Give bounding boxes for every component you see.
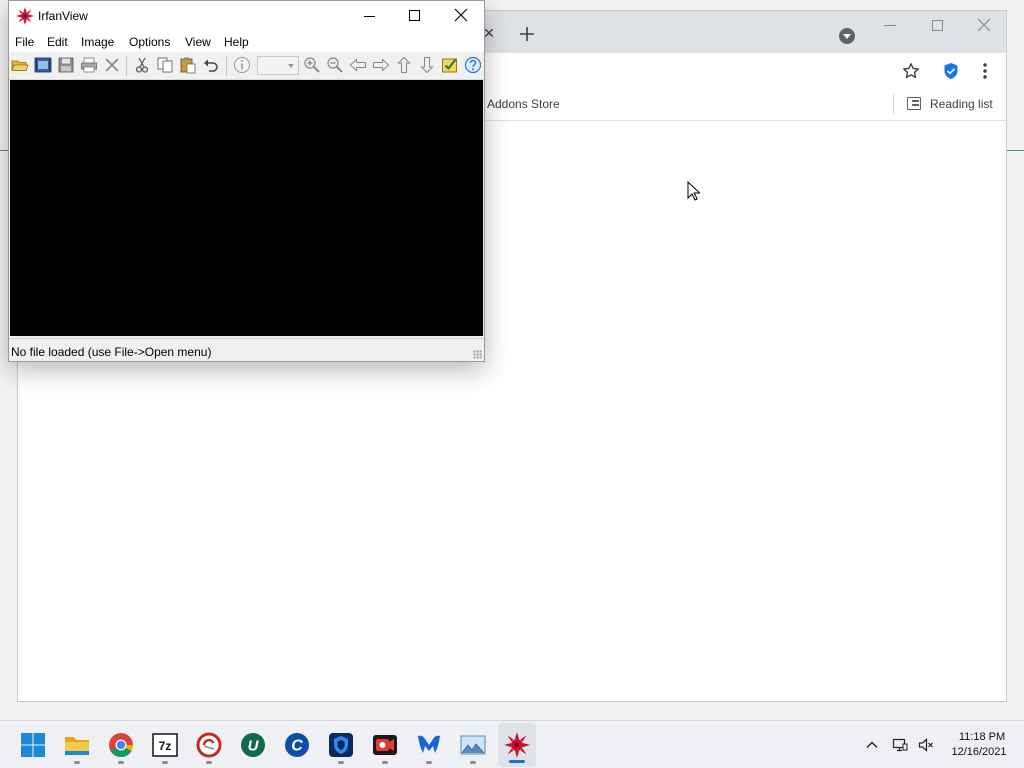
running-indicator [382,761,388,764]
zoom-combo[interactable] [257,56,299,75]
svg-text:7z: 7z [159,739,172,753]
chevron-up-icon[interactable] [864,737,880,753]
zoom-in-icon[interactable] [303,56,321,74]
open-folder-icon[interactable] [11,56,29,74]
browser-close-button[interactable] [976,15,992,33]
browser-menu-icon[interactable] [978,61,992,81]
maximize-button[interactable] [409,10,420,21]
bookmark-addons-store[interactable]: Addons Store [487,97,560,111]
resize-grip-icon[interactable] [473,350,482,359]
toolbar-separator [126,56,127,76]
desktop-divider-right [1006,150,1024,151]
network-icon[interactable] [892,737,908,753]
minimize-button[interactable] [363,1,377,32]
window-title: IrfanView [38,9,88,23]
running-indicator [118,761,124,764]
menu-image[interactable]: Image [81,35,114,49]
running-indicator [470,761,476,764]
bookmark-star-icon[interactable] [902,62,920,80]
vpn-shield-icon[interactable] [327,731,355,759]
bookmarks-divider [893,94,894,114]
first-icon[interactable] [395,56,413,74]
image-canvas[interactable] [10,80,483,336]
browser-maximize-button[interactable] [932,20,943,31]
status-text: No file loaded (use File->Open menu) [11,345,212,359]
status-bar: No file loaded (use File->Open menu) [9,338,484,361]
toolbar [9,52,484,80]
close-button[interactable] [454,8,468,22]
undo-icon[interactable] [202,56,220,74]
menu-view[interactable]: View [185,35,211,49]
thumbnails-icon[interactable] [441,56,459,74]
volume-muted-icon[interactable] [918,737,934,753]
last-icon[interactable] [418,56,436,74]
next-icon[interactable] [372,56,390,74]
svg-text:U: U [248,738,260,755]
c-app-icon[interactable]: C [283,731,311,759]
running-indicator [162,761,168,764]
active-indicator [509,760,525,763]
previous-icon[interactable] [349,56,367,74]
zoom-out-icon[interactable] [326,56,344,74]
mouse-cursor-icon [687,181,700,201]
irfanview-window[interactable]: IrfanView File Edit Image Options View H… [8,0,485,362]
menu-help[interactable]: Help [224,35,249,49]
file-explorer-icon[interactable] [63,731,91,759]
running-indicator [206,761,212,764]
taskbar: 7z U C 11:18 PM 12/16/2021 [0,720,1024,768]
paste-icon[interactable] [179,56,197,74]
save-icon[interactable] [57,56,75,74]
slideshow-icon[interactable] [34,56,52,74]
u-app-icon[interactable]: U [239,731,267,759]
ccleaner-icon[interactable] [195,731,223,759]
7zip-icon[interactable]: 7z [151,731,179,759]
shield-extension-icon[interactable] [942,62,960,80]
help-icon[interactable] [464,56,482,74]
menu-file[interactable]: File [15,35,34,49]
image-viewer-icon[interactable] [459,731,487,759]
malwarebytes-icon[interactable] [415,731,443,759]
clock-time[interactable]: 11:18 PM [950,731,1014,743]
copy-icon[interactable] [156,56,174,74]
screen-recorder-icon[interactable] [371,731,399,759]
irfanview-titlebar[interactable]: IrfanView [9,1,484,32]
delete-icon[interactable] [103,56,121,74]
reading-list-label[interactable]: Reading list [930,97,993,111]
print-icon[interactable] [80,56,98,74]
chrome-icon[interactable] [107,731,135,759]
clock-date[interactable]: 12/16/2021 [944,746,1014,758]
running-indicator [74,761,80,764]
running-indicator [338,761,344,764]
running-indicator [426,761,432,764]
menu-bar: File Edit Image Options View Help [9,32,484,52]
reading-list-icon[interactable] [907,97,921,110]
tab-search-icon[interactable] [839,28,855,44]
cut-icon[interactable] [133,56,151,74]
irfanview-taskbar-icon[interactable] [503,731,531,759]
new-tab-icon[interactable] [518,25,536,43]
irfanview-app-icon [16,7,34,25]
svg-text:C: C [291,738,303,755]
start-button-icon[interactable] [19,731,47,759]
browser-minimize-button[interactable] [884,25,896,26]
menu-edit[interactable]: Edit [47,35,68,49]
menu-options[interactable]: Options [129,35,170,49]
info-icon[interactable] [233,56,251,74]
toolbar-separator [226,56,227,76]
